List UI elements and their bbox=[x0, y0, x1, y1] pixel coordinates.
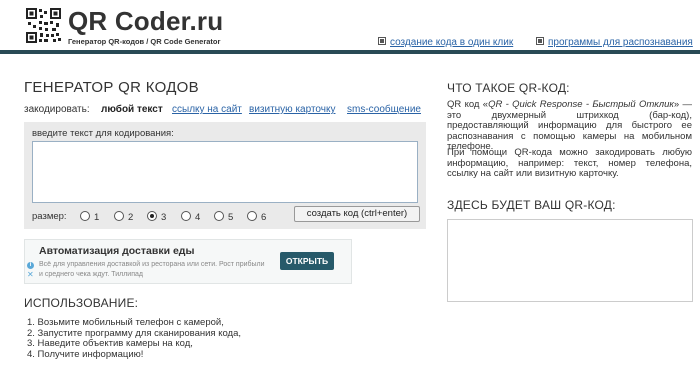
radio-icon[interactable] bbox=[80, 211, 90, 221]
size-option-4[interactable]: 4 bbox=[181, 211, 200, 223]
usage-step: 4. Получите информацию! bbox=[27, 348, 144, 360]
site-title[interactable]: QR Coder.ru bbox=[68, 6, 223, 37]
about-title: ЧТО ТАКОЕ QR-КОД: bbox=[447, 81, 570, 95]
radio-selected-icon[interactable] bbox=[147, 211, 157, 221]
ad-text[interactable]: Всё для управления доставкой из ресторан… bbox=[39, 260, 269, 280]
size-option-4-label: 4 bbox=[195, 212, 201, 223]
usage-step: 3. Наведите объектив камеры на код, bbox=[27, 338, 193, 349]
qr-output-area bbox=[447, 219, 693, 302]
qr-logo-icon[interactable] bbox=[26, 8, 61, 43]
about-p1-italic: QR - Quick Response - Быстрый Отклик bbox=[488, 99, 674, 110]
usage-title: ИСПОЛЬЗОВАНИЕ: bbox=[24, 296, 139, 310]
result-title: ЗДЕСЬ БУДЕТ ВАШ QR-КОД: bbox=[447, 198, 616, 212]
about-paragraph-2: При помощи QR-кода можно закодировать лю… bbox=[447, 147, 692, 179]
tab-website-link[interactable]: ссылку на сайт bbox=[172, 104, 242, 115]
usage-step: 1. Возьмите мобильный телефон с камерой, bbox=[27, 317, 224, 328]
textarea-label: введите текст для кодирования: bbox=[32, 128, 174, 139]
generator-title: ГЕНЕРАТОР QR КОДОВ bbox=[24, 79, 199, 96]
size-option-5-label: 5 bbox=[228, 212, 234, 223]
site-subtitle: Генератор QR-кодов / QR Code Generator bbox=[68, 37, 221, 46]
encode-label: закодировать: bbox=[24, 104, 90, 115]
radio-icon[interactable] bbox=[181, 211, 191, 221]
nav-link-recognition-apps-label[interactable]: программы для распознавания bbox=[548, 37, 693, 48]
size-option-2-label: 2 bbox=[128, 212, 134, 223]
create-code-button[interactable]: создать код (ctrl+enter) bbox=[294, 206, 420, 222]
size-option-6-label: 6 bbox=[261, 212, 267, 223]
nav-link-recognition-apps[interactable]: программы для распознавания bbox=[536, 37, 693, 48]
about-paragraph-1: QR код «QR - Quick Response - Быстрый От… bbox=[447, 99, 692, 153]
size-option-1[interactable]: 1 bbox=[80, 211, 99, 223]
nav-link-one-click-label[interactable]: создание кода в один клик bbox=[390, 37, 513, 48]
square-bullet-icon bbox=[536, 37, 544, 45]
square-bullet-icon bbox=[378, 37, 386, 45]
ad-title[interactable]: Автоматизация доставки еды bbox=[39, 245, 194, 257]
radio-icon[interactable] bbox=[214, 211, 224, 221]
about-p1-prefix: QR код « bbox=[447, 99, 489, 110]
generator-panel: введите текст для кодирования: размер: 1… bbox=[24, 122, 426, 229]
radio-icon[interactable] bbox=[114, 211, 124, 221]
tab-any-text[interactable]: любой текст bbox=[101, 104, 163, 115]
site-header: QR Coder.ru Генератор QR-кодов / QR Code… bbox=[0, 0, 700, 50]
encode-text-input[interactable] bbox=[32, 141, 418, 203]
size-option-3-label: 3 bbox=[161, 212, 167, 223]
ad-info-icon[interactable]: i bbox=[27, 262, 34, 269]
size-label: размер: bbox=[32, 211, 67, 222]
ad-banner[interactable]: Автоматизация доставки еды Всё для управ… bbox=[24, 239, 352, 284]
usage-steps: 1. Возьмите мобильный телефон с камерой,… bbox=[27, 317, 241, 360]
size-option-6[interactable]: 6 bbox=[247, 211, 266, 223]
tab-business-card[interactable]: визитную карточку bbox=[249, 104, 335, 115]
nav-link-one-click[interactable]: создание кода в один клик bbox=[378, 37, 513, 48]
size-option-1-label: 1 bbox=[94, 212, 100, 223]
ad-open-button[interactable]: ОТКРЫТЬ bbox=[280, 252, 334, 270]
tab-sms-message[interactable]: sms-сообщение bbox=[347, 104, 421, 115]
size-option-5[interactable]: 5 bbox=[214, 211, 233, 223]
ad-close-icon[interactable]: ✕ bbox=[27, 271, 34, 279]
size-option-3[interactable]: 3 bbox=[147, 211, 166, 223]
size-option-2[interactable]: 2 bbox=[114, 211, 133, 223]
radio-icon[interactable] bbox=[247, 211, 257, 221]
header-divider bbox=[0, 50, 700, 54]
